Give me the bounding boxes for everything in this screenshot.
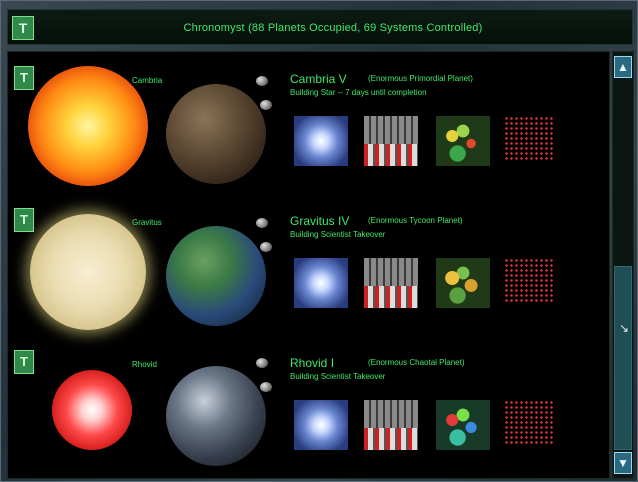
planet-type: (Enormous Tycoon Planet): [368, 216, 463, 225]
planet-name: Cambria V: [290, 72, 347, 86]
vertical-scrollbar[interactable]: ▲ ▼ ↘: [612, 51, 634, 479]
empire-icon[interactable]: T: [12, 16, 34, 40]
city-icon[interactable]: [364, 258, 418, 308]
terrain-icon[interactable]: [436, 258, 490, 308]
moon-icon: [256, 218, 268, 228]
city-icon[interactable]: [364, 116, 418, 166]
population-grid: [504, 116, 554, 162]
moon-icon: [256, 358, 268, 368]
planet-status: Building Scientist Takeover: [290, 372, 386, 381]
window-title: Chronomyst (88 Planets Occupied, 69 Syst…: [183, 22, 483, 34]
star-icon[interactable]: [28, 66, 148, 186]
star-project-icon[interactable]: [294, 116, 348, 166]
planet-icon[interactable]: [166, 226, 266, 326]
moon-icon: [260, 100, 272, 110]
planet-type: (Enormous Primordial Planet): [368, 74, 473, 83]
star-project-icon[interactable]: [294, 258, 348, 308]
population-grid: [504, 400, 554, 446]
planet-list: T Cambria Cambria V (Enormous Primordial…: [7, 51, 610, 479]
moon-icon: [256, 76, 268, 86]
title-bar: T Chronomyst (88 Planets Occupied, 69 Sy…: [7, 9, 633, 45]
star-project-icon[interactable]: [294, 400, 348, 450]
moon-icon: [260, 242, 272, 252]
star-icon[interactable]: [30, 214, 146, 330]
scroll-up-button[interactable]: ▲: [614, 56, 632, 78]
star-icon[interactable]: [52, 370, 132, 450]
planet-status: Building Scientist Takeover: [290, 230, 386, 239]
terrain-icon[interactable]: [436, 400, 490, 450]
planet-icon[interactable]: [166, 366, 266, 466]
scroll-down-button[interactable]: ▼: [614, 452, 632, 474]
mouse-cursor-icon: ↘: [619, 321, 630, 335]
city-icon[interactable]: [364, 400, 418, 450]
planet-menu-icon[interactable]: T: [14, 66, 34, 90]
star-name: Cambria: [132, 76, 163, 85]
population-grid: [504, 258, 554, 304]
planet-menu-icon[interactable]: T: [14, 350, 34, 374]
terrain-icon[interactable]: [436, 116, 490, 166]
planet-status: Building Star -- 7 days until completion: [290, 88, 427, 97]
moon-icon: [260, 382, 272, 392]
planet-type: (Enormous Chaotal Planet): [368, 358, 465, 367]
planet-row[interactable]: T Gravitus Gravitus IV (Enormous Tycoon …: [8, 198, 611, 338]
scroll-thumb[interactable]: [614, 266, 632, 450]
planet-icon[interactable]: [166, 84, 266, 184]
planet-name: Rhovid I: [290, 356, 335, 370]
planet-row[interactable]: T Rhovid Rhovid I (Enormous Chaotal Plan…: [8, 340, 611, 480]
star-name: Gravitus: [132, 218, 162, 227]
planet-row[interactable]: T Cambria Cambria V (Enormous Primordial…: [8, 56, 611, 196]
planet-menu-icon[interactable]: T: [14, 208, 34, 232]
game-window: T Chronomyst (88 Planets Occupied, 69 Sy…: [0, 0, 638, 482]
planet-name: Gravitus IV: [290, 214, 350, 228]
star-name: Rhovid: [132, 360, 157, 369]
